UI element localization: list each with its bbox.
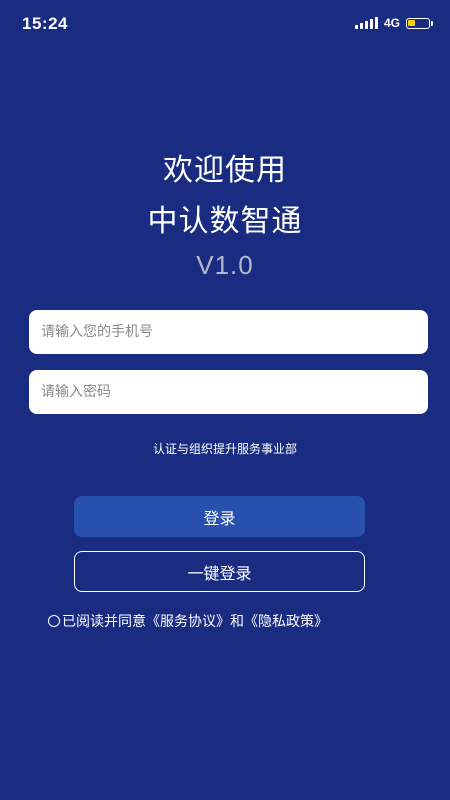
signal-bars-icon xyxy=(354,17,378,29)
status-bar: 15:24 4G xyxy=(0,0,450,50)
network-label: 4G xyxy=(383,16,400,30)
agreement-conjunction: 和 xyxy=(230,614,244,630)
status-time: 15:24 xyxy=(22,14,68,33)
login-button[interactable]: 登录 xyxy=(74,496,365,537)
version-label: V1.0 xyxy=(196,250,254,280)
app-name: 中认数智通 xyxy=(147,204,303,239)
password-input[interactable] xyxy=(41,384,416,400)
battery-level-fill xyxy=(408,19,415,26)
one-key-login-button[interactable]: 一键登录 xyxy=(74,551,365,592)
agreement-radio-icon[interactable] xyxy=(48,615,60,627)
agreement-row: 已阅读并同意 《服务协议》 和 《隐私政策》 xyxy=(48,611,328,631)
privacy-policy-link[interactable]: 《隐私政策》 xyxy=(244,611,328,631)
phone-field[interactable] xyxy=(29,310,428,354)
organization-label: 认证与组织提升服务事业部 xyxy=(152,442,297,456)
password-field[interactable] xyxy=(29,370,428,414)
welcome-title: 欢迎使用 xyxy=(163,153,287,188)
agreement-prefix: 已阅读并同意 xyxy=(62,614,146,630)
battery-icon xyxy=(406,17,433,29)
status-icons: 4G xyxy=(354,16,433,30)
service-agreement-link[interactable]: 《服务协议》 xyxy=(146,611,230,631)
phone-input[interactable] xyxy=(41,324,416,340)
